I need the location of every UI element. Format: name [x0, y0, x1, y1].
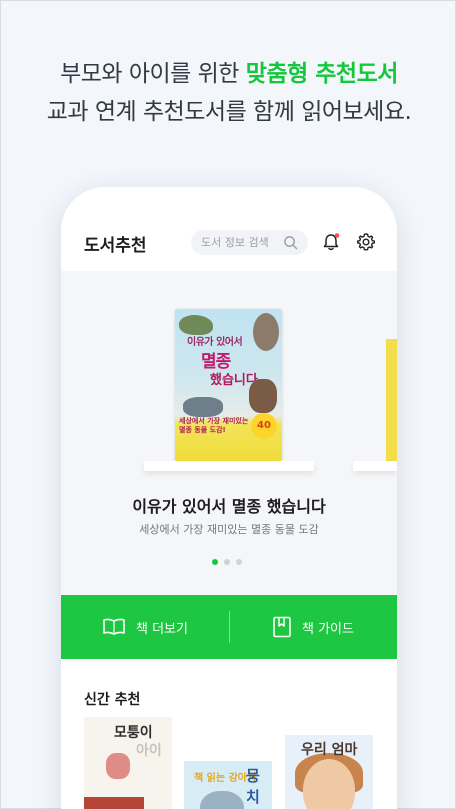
carousel-dot[interactable] — [236, 559, 242, 565]
carousel-dot-active[interactable] — [212, 559, 218, 565]
featured-book-title[interactable]: 이유가 있어서 멸종 했습니다 — [61, 493, 397, 517]
new-book-cover-title: 모퉁이 — [114, 725, 153, 741]
cover-elephant-illustration — [200, 791, 244, 809]
cover-girl-illustration — [106, 753, 130, 779]
cover-dinosaur-illustration — [179, 315, 213, 335]
cover-house-illustration — [84, 797, 144, 809]
new-books-section-title: 신간 추천 — [84, 692, 141, 708]
action-bar: 책 더보기 책 가이드 — [61, 595, 397, 659]
new-book-cover-subtitle: 아이 — [136, 743, 162, 759]
phone-mockup: 도서추천 이유가 있어서 멸종 했습니다 세상에서 가장 재미있 — [61, 187, 397, 809]
promo-text: 부모와 아이를 위한 맞춤형 추천도서 교과 연계 추천도서를 함께 읽어보세요… — [1, 55, 456, 131]
cover-band-line-1: 세상에서 가장 재미있는 — [179, 417, 249, 425]
bookmark-book-icon — [273, 616, 291, 638]
book-guide-label: 책 가이드 — [302, 621, 354, 637]
new-book-card[interactable]: 모퉁이 아이 — [84, 717, 172, 809]
more-books-label: 책 더보기 — [136, 621, 188, 637]
new-book-cover-subtitle: 뭉치 — [246, 767, 260, 806]
app-title: 도서추천 — [84, 236, 147, 256]
cover-title-top: 이유가 있어서 — [187, 337, 243, 348]
promo-line-2: 교과 연계 추천도서를 함께 읽어보세요. — [46, 99, 412, 125]
promo-line-1: 부모와 아이를 위한 맞춤형 추천도서 — [1, 55, 456, 93]
carousel-pagination — [212, 559, 242, 565]
notification-bell-icon[interactable] — [321, 232, 341, 252]
cover-dodo-illustration — [253, 313, 279, 351]
more-books-button[interactable]: 책 더보기 — [61, 595, 229, 659]
featured-book-carousel[interactable]: 이유가 있어서 멸종 했습니다 세상에서 가장 재미있는 멸종 동물 도감! 40… — [61, 271, 397, 595]
cover-badge: 40 — [251, 413, 277, 439]
featured-book-cover[interactable]: 이유가 있어서 멸종 했습니다 세상에서 가장 재미있는 멸종 동물 도감! 40 — [175, 309, 282, 461]
cover-animal-illustration — [183, 397, 223, 417]
new-book-card[interactable]: 우리 엄마 — [285, 735, 373, 809]
next-book-cover-peek[interactable] — [386, 339, 397, 461]
featured-book-subtitle: 세상에서 가장 재미있는 멸종 동물 도감 — [139, 523, 319, 536]
search-icon[interactable] — [283, 235, 298, 250]
book-shelf-next — [353, 461, 397, 471]
new-book-cover-title: 우리 엄마 — [301, 742, 358, 758]
cover-bear-illustration — [249, 379, 277, 413]
promo-line-1-prefix: 부모와 아이를 위한 — [60, 61, 246, 87]
carousel-dot[interactable] — [224, 559, 230, 565]
cover-band-text: 세상에서 가장 재미있는 멸종 동물 도감! — [179, 417, 248, 435]
new-book-card[interactable]: 책 읽는 강아지 뭉치 — [184, 761, 272, 809]
cover-band-line-2: 멸종 동물 도감! — [179, 426, 226, 434]
promo-highlight: 맞춤형 추천도서 — [245, 61, 399, 87]
book-shelf — [144, 461, 314, 471]
app-header: 도서추천 — [61, 187, 397, 271]
notification-dot-icon — [334, 233, 340, 238]
settings-gear-icon[interactable] — [356, 232, 376, 252]
search-input[interactable] — [201, 234, 281, 251]
search-bar[interactable] — [191, 230, 308, 255]
open-book-icon — [103, 618, 125, 635]
book-guide-button[interactable]: 책 가이드 — [229, 595, 397, 659]
